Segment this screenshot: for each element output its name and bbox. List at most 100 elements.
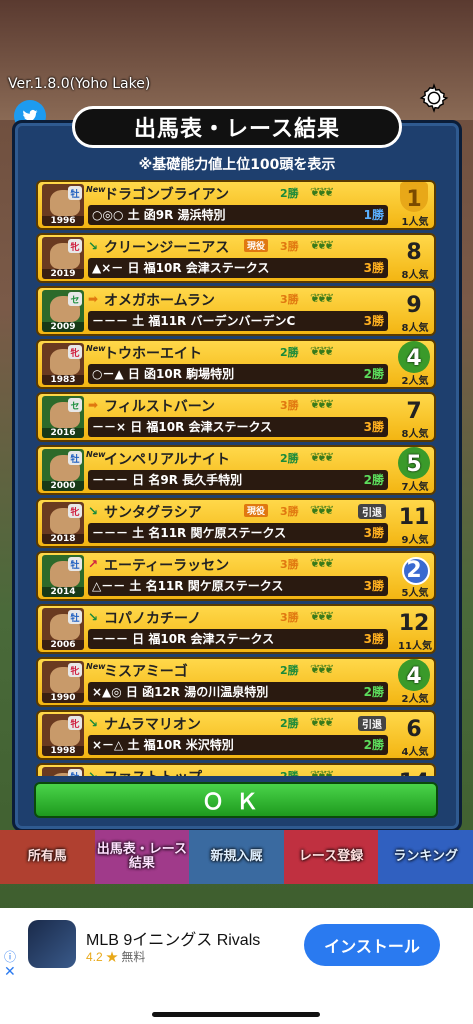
horse-name: オメガホームラン — [104, 293, 215, 309]
birth-year: 2000 — [42, 481, 84, 491]
race-text: ×－△ 土 福10R 米沢特別 — [92, 738, 234, 752]
race-info: ▲×－ 日 福10R 会津ステークス 3勝 — [88, 258, 388, 278]
sex-badge: 牝 — [68, 239, 82, 253]
retire-button[interactable]: 引退 — [358, 504, 386, 519]
version-label: Ver.1.8.0(Yoho Lake) — [8, 76, 151, 92]
race-text: ○－▲ 日 函10R 駒場特別 — [92, 367, 235, 381]
sex-badge: 牡 — [68, 186, 82, 200]
nav-race-results[interactable]: 出馬表・レース結果 — [94, 830, 190, 884]
retire-button[interactable]: 引退 — [358, 716, 386, 731]
birth-year: 2009 — [42, 322, 84, 332]
win-count: 3勝 — [280, 240, 299, 253]
horse-row[interactable]: セ 2009 ➡ オメガホームラン 3勝 ❦❦❦ －－－ 土 福11R バーデンバーデンC 3… — [36, 286, 436, 336]
horse-row[interactable]: 牝 1998 ↘ ナムラマリオン 2勝 ❦❦❦ 引退 ×－△ 土 福10R 米沢特別 2勝 6 4人… — [36, 710, 436, 760]
leaf-badges-icon: ❦❦❦ — [310, 450, 334, 464]
nav-owned-horses[interactable]: 所有馬 — [0, 830, 95, 884]
trend-arrow-icon: ↘ — [88, 716, 99, 730]
horse-row[interactable]: 牡 2006 ↘ コパノカチーノ 3勝 ❦❦❦ －－－ 日 福10R 会津ステークス 3勝 12… — [36, 604, 436, 654]
win-count: 3勝 — [280, 611, 299, 624]
nav-new-stable[interactable]: 新規入厩 — [189, 830, 284, 884]
leaf-badges-icon: ❦❦❦ — [310, 715, 334, 729]
win-count: 2勝 — [280, 717, 299, 730]
sex-badge: 牝 — [68, 663, 82, 677]
home-indicator[interactable] — [152, 1012, 320, 1017]
sex-badge: 牡 — [68, 451, 82, 465]
horse-name: サンタグラシア — [104, 505, 202, 521]
win-count: 3勝 — [280, 399, 299, 412]
horse-row[interactable]: セ 2016 ➡ フィルストバーン 3勝 ❦❦❦ －－× 日 福10R 会津ステークス 3勝 7… — [36, 392, 436, 442]
leaf-badges-icon: ❦❦❦ — [310, 344, 334, 358]
gear-icon[interactable] — [414, 78, 454, 118]
birth-year: 2014 — [42, 587, 84, 597]
horse-portrait: 牝 1998 — [42, 714, 84, 756]
race-text: ○◎○ 土 函9R 湯浜特別 — [92, 208, 226, 222]
ad-rating: 4.2 ★ — [86, 950, 119, 964]
win-count: 3勝 — [280, 505, 299, 518]
trend-arrow-icon: ↘ — [88, 239, 99, 253]
race-info: －－－ 日 福10R 会津ステークス 3勝 — [88, 629, 388, 649]
horse-name: ファストトップ — [104, 767, 202, 776]
finish-rank: 8 — [406, 239, 422, 265]
trend-arrow-icon: ➡ — [88, 398, 99, 412]
horse-portrait: 牡 — [42, 767, 84, 776]
finish-rank: 4 — [392, 341, 436, 375]
ok-button[interactable]: ＯＫ — [34, 782, 438, 818]
bottom-nav: 所有馬 出馬表・レース結果 新規入厩 レース登録 ランキング — [0, 830, 473, 884]
race-result: 2勝 — [363, 473, 384, 487]
leaf-badges-icon: ❦❦❦ — [310, 238, 334, 252]
sex-badge: セ — [68, 292, 82, 306]
birth-year: 2006 — [42, 640, 84, 650]
new-badge: New — [86, 450, 106, 459]
horse-row[interactable]: 牡 1996 New ドラゴンブライアン 2勝 ❦❦❦ ○◎○ 土 函9R 湯浜特別 1勝 1 1… — [36, 180, 436, 230]
finish-rank: 14 — [392, 765, 436, 777]
win-count: 2勝 — [280, 768, 299, 776]
ad-subtitle: 4.2 ★ 無料 — [86, 948, 145, 965]
horse-row[interactable]: 牝 1990 New ミスアミーゴ 2勝 ❦❦❦ ×▲◎ 日 函12R 湯の川温泉特別 2勝 4… — [36, 657, 436, 707]
nav-ranking[interactable]: ランキング — [378, 830, 473, 884]
race-info: ×－△ 土 福10R 米沢特別 2勝 — [88, 735, 388, 755]
new-badge: New — [86, 662, 106, 671]
nav-race-register[interactable]: レース登録 — [283, 830, 379, 884]
finish-rank: 11 — [398, 504, 430, 530]
ad-info-icon[interactable]: ⓘ — [4, 948, 18, 964]
race-result: 2勝 — [363, 685, 384, 699]
ad-close-icon[interactable]: ✕ — [4, 964, 16, 980]
sex-badge: セ — [68, 398, 82, 412]
win-count: 2勝 — [280, 452, 299, 465]
horse-name: ナムラマリオン — [104, 717, 201, 733]
sex-badge: 牝 — [68, 716, 82, 730]
horse-name: クリーンジーニアス — [104, 240, 230, 256]
horse-row[interactable]: 牝 2018 ↘ サンタグラシア 現役 3勝 ❦❦❦ 引退 －－－ 土 名11R 関ケ原ステーク… — [36, 498, 436, 548]
race-result: 3勝 — [363, 526, 384, 540]
sex-badge: 牡 — [68, 769, 82, 776]
race-info: －－－ 土 福11R バーデンバーデンC 3勝 — [88, 311, 388, 331]
win-count: 3勝 — [280, 293, 299, 306]
win-count: 3勝 — [280, 558, 299, 571]
ad-install-button[interactable]: インストール — [304, 924, 440, 966]
birth-year: 2019 — [42, 269, 84, 279]
leaf-badges-icon: ❦❦❦ — [310, 291, 334, 305]
finish-rank: 5 — [392, 447, 436, 481]
leaf-badges-icon: ❦❦❦ — [310, 556, 334, 570]
ad-title: MLB 9イニングス Rivals — [86, 932, 261, 949]
ad-banner[interactable]: ⓘ ✕ MLB 9イニングス Rivals 4.2 ★ 無料 インストール — [0, 908, 473, 1024]
finish-rank: 12 — [398, 610, 430, 636]
horse-row[interactable]: 牝 2019 ↘ クリーンジーニアス 現役 3勝 ❦❦❦ ▲×－ 日 福10R 会津ステークス… — [36, 233, 436, 283]
background-header — [0, 0, 473, 120]
leaf-badges-icon: ❦❦❦ — [310, 609, 334, 623]
horse-portrait: 牝 2019 — [42, 237, 84, 279]
horse-row[interactable]: 牡 ↘ ファストトップ 2勝 ❦❦❦ 14 — [36, 763, 436, 776]
ad-app-icon[interactable] — [28, 920, 76, 968]
horse-row[interactable]: 牡 2014 ↗ エーティーラッセン 3勝 ❦❦❦ △－－ 土 名11R 関ケ原ステークス 3… — [36, 551, 436, 601]
horse-portrait: 牡 1996 — [42, 184, 84, 226]
horse-list[interactable]: 牡 1996 New ドラゴンブライアン 2勝 ❦❦❦ ○◎○ 土 函9R 湯浜特別 1勝 1 1… — [36, 180, 436, 776]
race-text: －－－ 土 名11R 関ケ原ステークス — [92, 526, 287, 540]
horse-row[interactable]: 牡 2000 New インペリアルナイト 2勝 ❦❦❦ －－－ 日 名9R 長久手特別 2勝 5… — [36, 445, 436, 495]
race-result: 3勝 — [363, 420, 384, 434]
race-info: －－× 日 福10R 会津ステークス 3勝 — [88, 417, 388, 437]
horse-row[interactable]: 牝 1983 New トウホーエイト 2勝 ❦❦❦ ○－▲ 日 函10R 駒場特別 2勝 4 2人… — [36, 339, 436, 389]
birth-year: 2018 — [42, 534, 84, 544]
leaf-badges-icon: ❦❦❦ — [310, 768, 334, 776]
race-text: －－－ 日 名9R 長久手特別 — [92, 473, 243, 487]
active-tag: 現役 — [244, 504, 269, 517]
